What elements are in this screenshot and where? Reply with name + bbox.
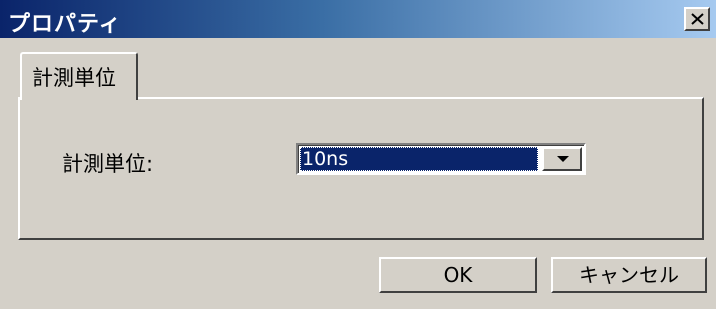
tab-measurement-unit[interactable]: 計測単位 xyxy=(20,52,138,100)
cancel-button[interactable]: キャンセル xyxy=(551,257,707,293)
title-bar[interactable]: プロパティ xyxy=(0,0,716,38)
close-icon xyxy=(691,13,704,25)
window-title: プロパティ xyxy=(8,12,122,37)
tab-label: 計測単位 xyxy=(32,66,116,90)
ok-button[interactable]: OK xyxy=(379,257,537,293)
close-button[interactable] xyxy=(684,7,710,31)
properties-dialog: プロパティ 計測単位 計測単位: 10ns OK キャンセル xyxy=(0,0,716,309)
tab-panel xyxy=(18,97,704,240)
